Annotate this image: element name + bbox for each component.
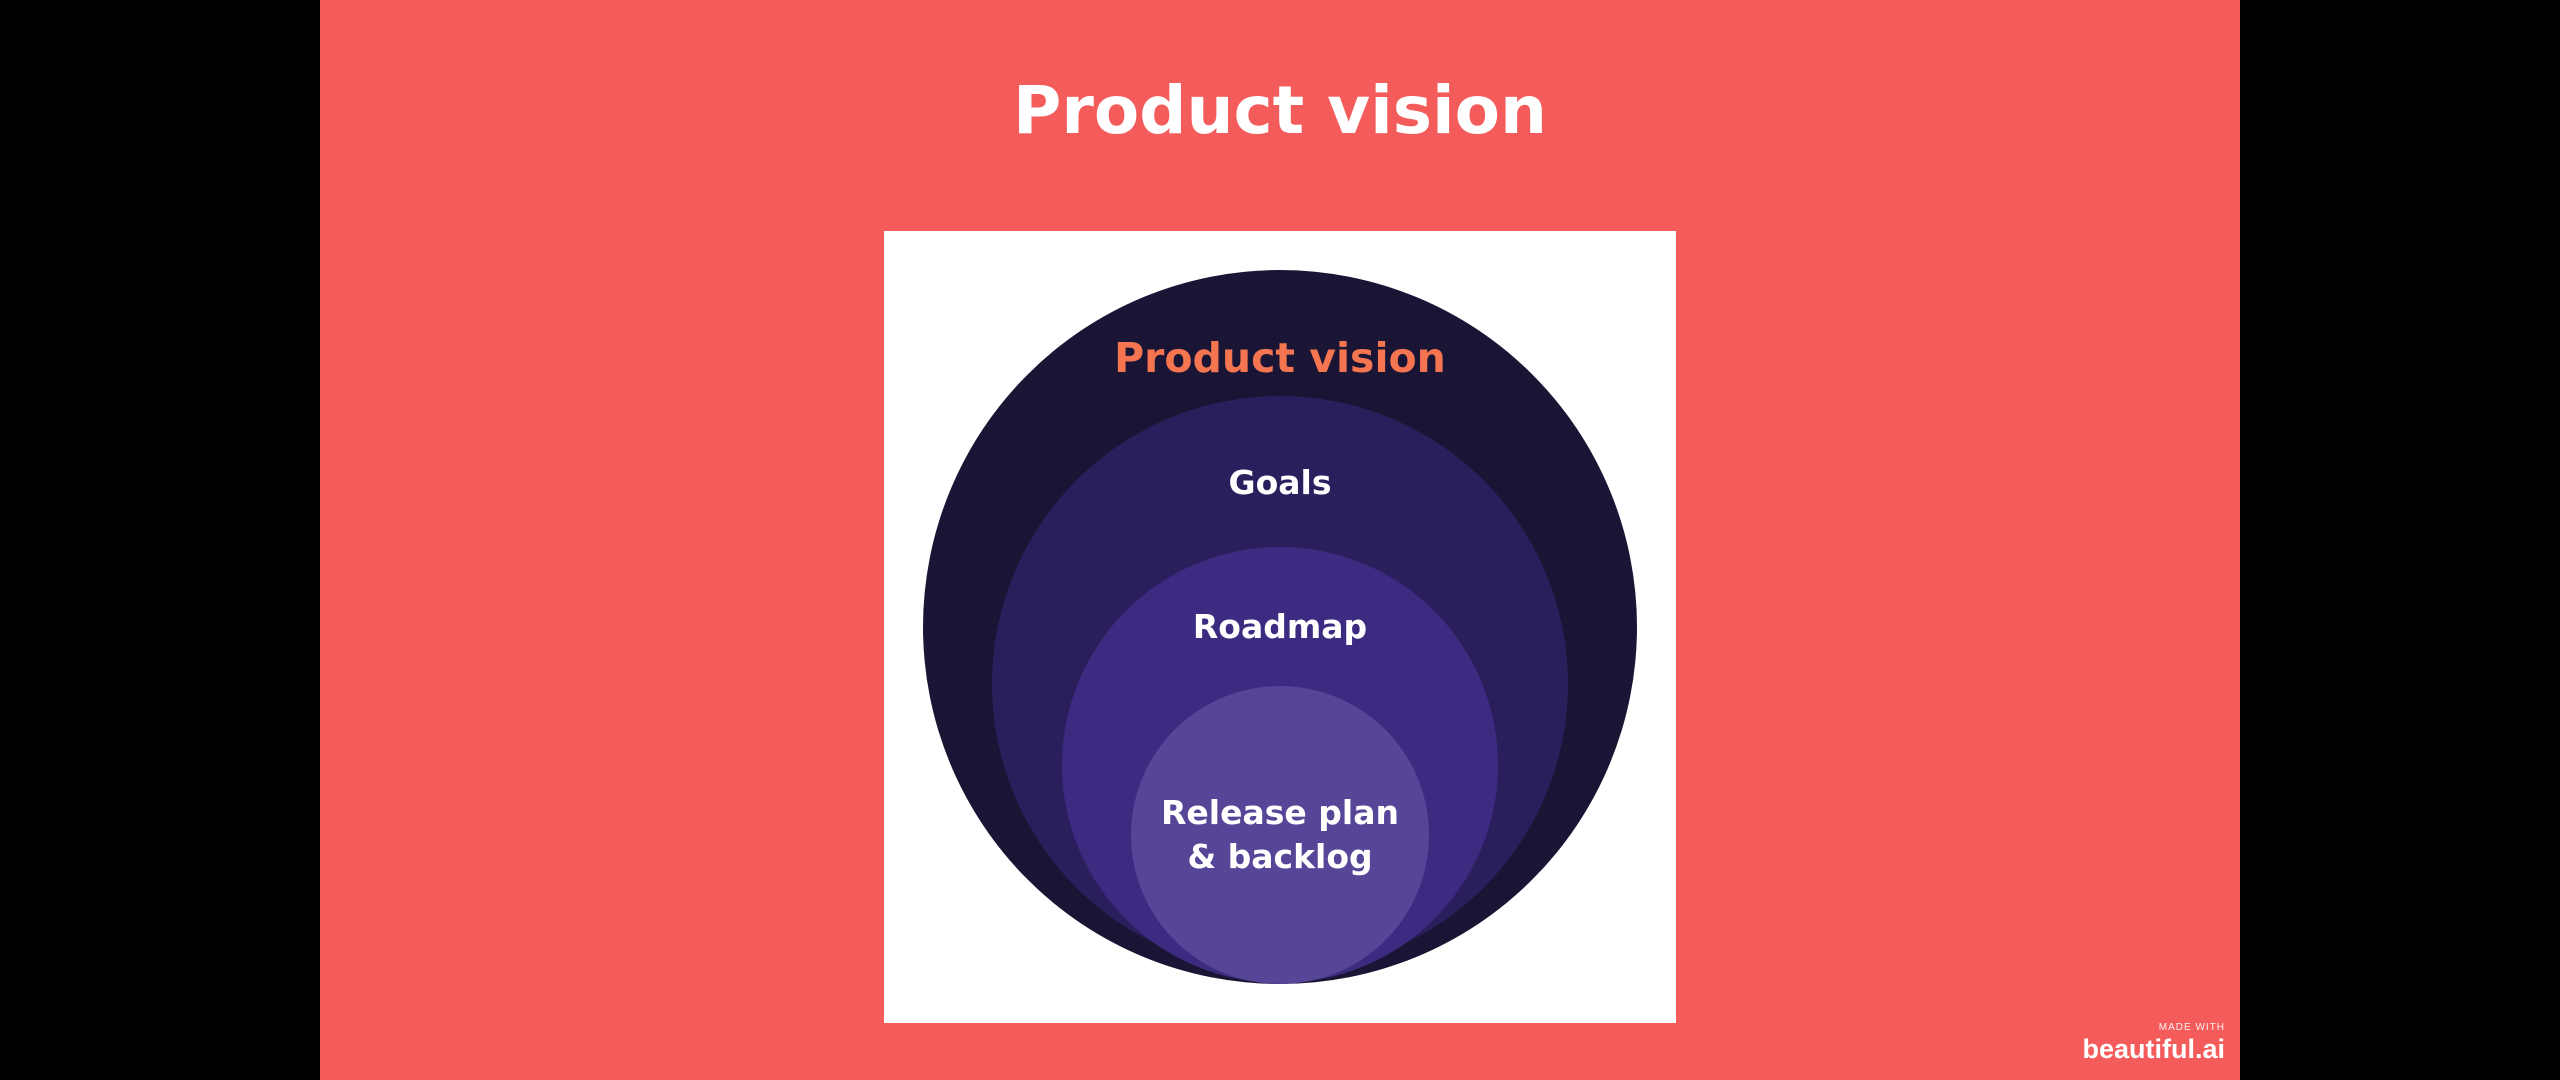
made-with-badge[interactable]: MADE WITH beautiful.ai [2082, 1022, 2225, 1064]
badge-brand-logo: beautiful.ai [2082, 1034, 2225, 1064]
diagram-svg: Product vision Goals Roadmap Release pla… [923, 270, 1637, 984]
label-product-vision: Product vision [1114, 334, 1446, 382]
label-release-plan-line2: & backlog [1187, 837, 1372, 876]
slide-title: Product vision [1012, 72, 1548, 149]
screen: Product vision Product vision Goals Road… [0, 0, 2560, 1080]
circle-release-plan [1131, 686, 1429, 984]
label-roadmap: Roadmap [1193, 607, 1367, 646]
label-release-plan-line1: Release plan [1161, 793, 1399, 832]
slide: Product vision Product vision Goals Road… [320, 0, 2240, 1080]
nested-circles-diagram: Product vision Goals Roadmap Release pla… [884, 231, 1676, 1023]
label-goals: Goals [1229, 463, 1332, 502]
badge-made-with: MADE WITH [2158, 1022, 2225, 1033]
